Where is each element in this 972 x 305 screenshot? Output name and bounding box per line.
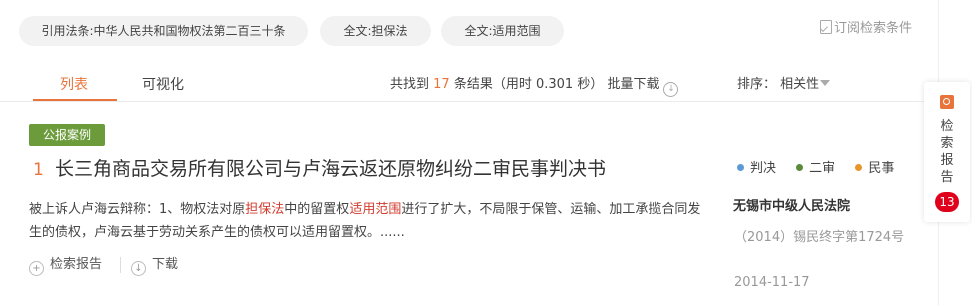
tag-judgment: 判决 [737, 161, 776, 176]
action-divider [120, 257, 121, 273]
summary-suffix: 条结果（用时 0.301 秒） [453, 77, 604, 92]
snippet-highlight: 担保法 [245, 202, 285, 217]
report-count-badge: 13 [935, 192, 959, 212]
search-report-label: 检索报告 [50, 257, 103, 272]
batch-download-label: 批量下载 [607, 77, 660, 92]
snippet-text: 中的留置权 [284, 202, 350, 217]
case-number: （2014）锡民终字第1724号 [734, 230, 905, 245]
gazette-case-badge: 公报案例 [29, 124, 105, 146]
plus-circle-icon: + [29, 261, 44, 276]
download-icon: ↓ [131, 261, 146, 276]
bookmark-icon [820, 20, 832, 34]
result-index: 1 [33, 160, 44, 180]
sort-control[interactable]: 排序： 相关性 [737, 76, 831, 94]
batch-download-button[interactable]: 批量下载 ↓ [607, 77, 679, 97]
download-label: 下载 [152, 257, 179, 272]
subscribe-search-link[interactable]: 订阅检索条件 [820, 20, 912, 38]
tag-label: 民事 [868, 161, 895, 176]
summary-prefix: 共找到 [390, 77, 430, 92]
result-summary: 共找到 17 条结果（用时 0.301 秒） 批量下载 ↓ [390, 76, 679, 97]
tag-dot [855, 164, 863, 171]
download-button[interactable]: ↓ 下载 [131, 256, 178, 276]
tag-dot [796, 164, 804, 171]
result-snippet: 被上诉人卢海云辩称：1、物权法对原担保法中的留置权适用范围进行了扩大，不局限于保… [29, 198, 709, 244]
report-search-icon [940, 95, 954, 109]
snippet-highlight: 适用范围 [349, 202, 402, 217]
tab-visualization[interactable]: 可视化 [142, 75, 184, 95]
tabs-divider [0, 101, 938, 102]
tag-second-instance: 二审 [796, 161, 835, 176]
filter-chip-scope[interactable]: 全文:适用范围 [441, 16, 564, 46]
result-title-link[interactable]: 长三角商品交易所有限公司与卢海云返还原物纠纷二审民事判决书 [55, 156, 606, 182]
tag-civil: 民事 [855, 161, 894, 176]
result-count: 17 [433, 77, 450, 92]
tag-label: 二审 [809, 161, 836, 176]
tab-list[interactable]: 列表 [60, 75, 88, 95]
snippet-text: 被上诉人卢海云辩称：1、物权法对原 [29, 202, 246, 217]
filter-chip-statute[interactable]: 引用法条:中华人民共和国物权法第二百三十条 [19, 16, 308, 46]
case-tags: 判决 二审 民事 [737, 160, 910, 178]
filter-chip-guarantee-law[interactable]: 全文:担保法 [320, 16, 431, 46]
sort-value: 相关性 [780, 77, 820, 92]
search-report-button[interactable]: + 检索报告 [29, 256, 102, 276]
judgment-date: 2014-11-17 [734, 275, 810, 290]
tag-dot [737, 164, 744, 171]
search-report-panel[interactable]: 检索报告 13 [924, 82, 970, 222]
tag-label: 判决 [750, 161, 777, 176]
side-panel-label: 检索报告 [940, 119, 954, 185]
sort-label: 排序： [737, 77, 777, 92]
subscribe-label: 订阅检索条件 [834, 21, 913, 36]
caret-down-icon [820, 80, 831, 86]
download-icon: ↓ [663, 82, 679, 97]
court-name: 无锡市中级人民法院 [733, 199, 851, 214]
